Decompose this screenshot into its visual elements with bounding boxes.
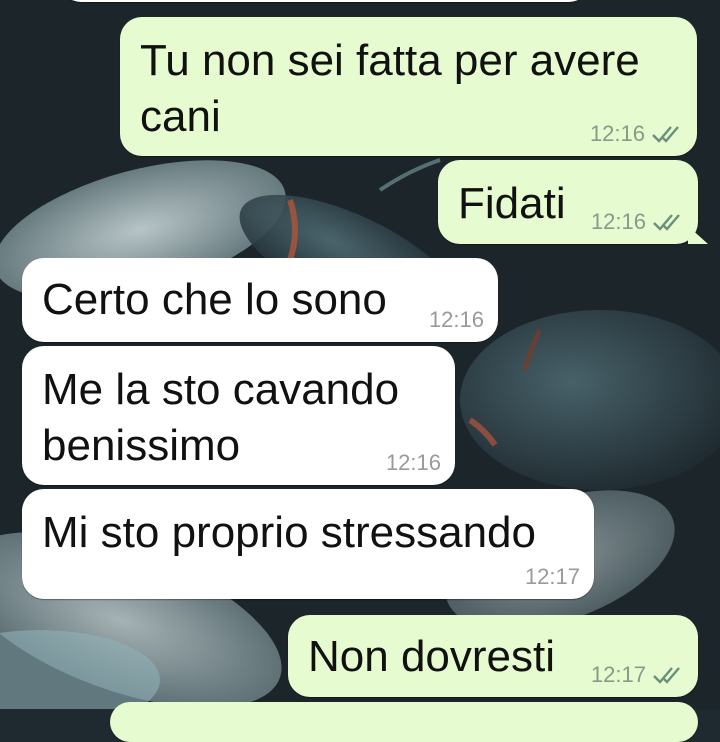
message-text: Non dovresti	[308, 632, 556, 681]
message-bubble-outgoing[interactable]: Fidati 12:16	[438, 160, 708, 244]
message-time: 12:16	[590, 209, 646, 234]
message-text: Tu non sei fatta per avere cani	[140, 36, 640, 141]
bubble-tail	[688, 226, 708, 244]
message-time: 12:17	[590, 662, 646, 687]
double-check-icon	[653, 214, 680, 231]
next-message-bubble	[110, 702, 698, 742]
previous-message-bubble	[60, 0, 590, 2]
message-text: Fidati	[458, 179, 566, 228]
double-check-icon	[653, 667, 680, 684]
message-time: 12:16	[385, 450, 441, 475]
message-time: 12:16	[428, 307, 484, 332]
double-check-icon	[652, 126, 679, 143]
message-text: Mi sto proprio stressando	[42, 508, 536, 557]
message-text: Certo che lo sono	[42, 275, 387, 324]
message-bubble-outgoing[interactable]: Tu non sei fatta per avere cani 12:16	[120, 17, 697, 156]
message-bubble-incoming[interactable]: Mi sto proprio stressando 12:17	[22, 489, 594, 599]
message-bubble-outgoing[interactable]: Non dovresti 12:17	[288, 615, 698, 697]
message-bubble-incoming[interactable]: Certo che lo sono 12:16	[22, 258, 498, 342]
message-time: 12:16	[589, 121, 645, 146]
message-time: 12:17	[524, 564, 580, 589]
message-text: Me la sto cavando benissimo	[42, 365, 400, 470]
message-bubble-incoming[interactable]: Me la sto cavando benissimo 12:16	[22, 346, 455, 485]
